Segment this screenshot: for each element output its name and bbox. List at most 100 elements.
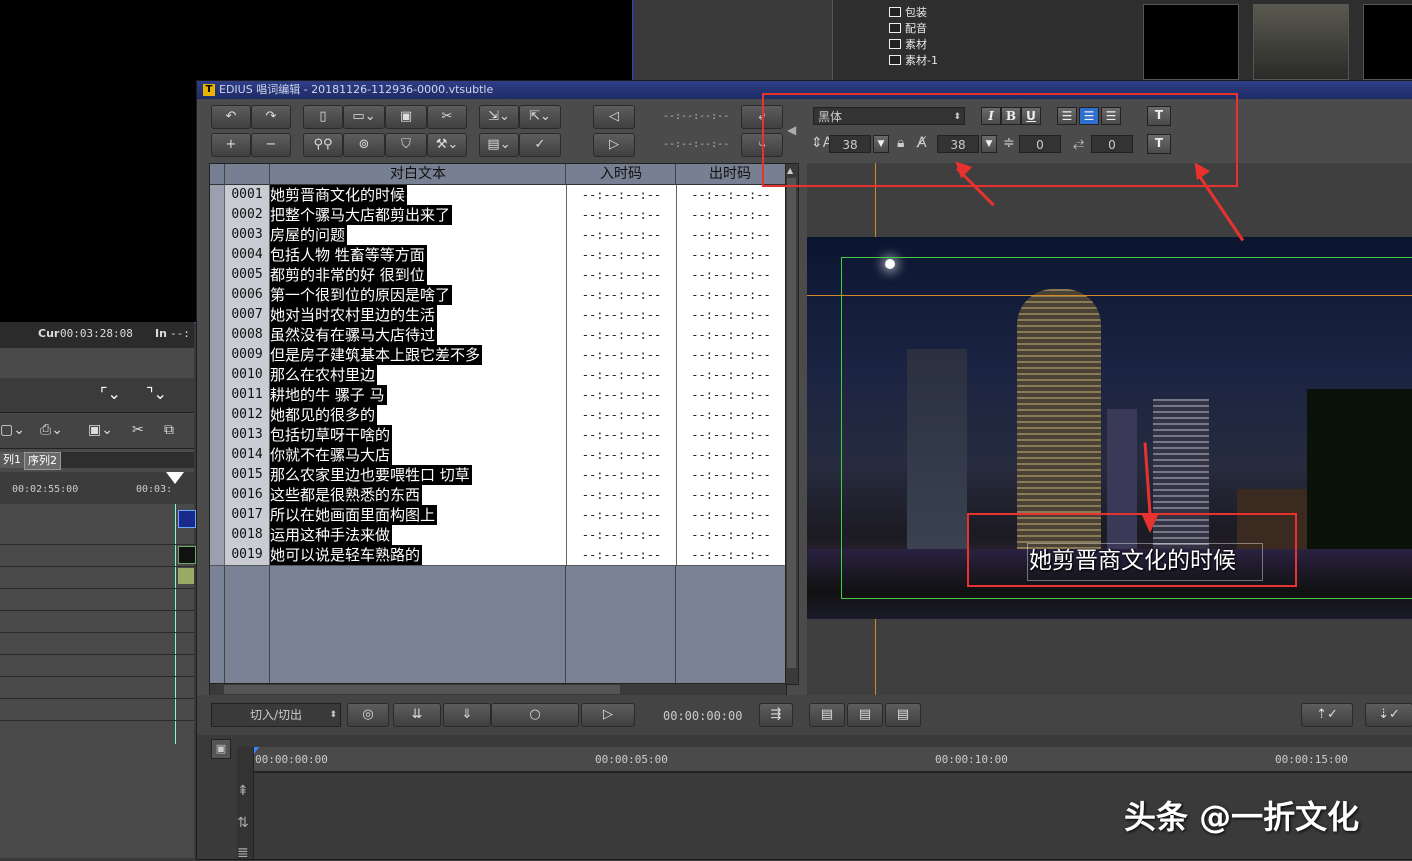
dialogue-text-cell[interactable]: 她剪晋商文化的时候 [270, 185, 566, 205]
dialogue-text-cell[interactable]: 包括人物 牲畜等等方面 [270, 245, 566, 265]
preview-toggle-button[interactable]: ◎ [347, 703, 389, 727]
out-timecode-cell[interactable]: --:--:--:-- [676, 405, 785, 425]
table-row[interactable]: 0017 所以在她画面里面构图上 --:--:--:-- --:--:--:-- [210, 505, 785, 526]
out-timecode-cell[interactable]: --:--:--:-- [676, 185, 785, 205]
open-button[interactable]: ▭⌄ [343, 105, 385, 129]
row-selector[interactable] [210, 265, 225, 285]
dialogue-text-cell[interactable]: 包括切草呀干啥的 [270, 425, 566, 445]
cut-button[interactable]: ✂ [427, 105, 467, 129]
row-selector[interactable] [210, 545, 225, 565]
scroll-thumb[interactable] [224, 685, 620, 694]
mode-select[interactable]: 切入/切出 ⬍ [211, 703, 341, 727]
in-timecode-cell[interactable]: --:--:--:-- [566, 225, 676, 245]
in-timecode-cell[interactable]: --:--:--:-- [566, 445, 676, 465]
in-timecode-cell[interactable]: --:--:--:-- [566, 345, 676, 365]
row-selector[interactable] [210, 465, 225, 485]
out-timecode-cell[interactable]: --:--:--:-- [676, 325, 785, 345]
track-height-icon[interactable]: ⇞ [237, 783, 249, 799]
in-timecode-cell[interactable]: --:--:--:-- [566, 325, 676, 345]
table-row[interactable]: 0009 但是房子建筑基本上跟它差不多 --:--:--:-- --:--:--:-- [210, 345, 785, 366]
apply-out-button[interactable]: ⇣✓ [1365, 703, 1412, 727]
table-row[interactable]: 0004 包括人物 牲畜等等方面 --:--:--:-- --:--:--:-- [210, 245, 785, 266]
row-selector[interactable] [210, 525, 225, 545]
bin-folder-item[interactable]: 素材-1 [889, 52, 938, 68]
export-button[interactable]: ⇱⌄ [519, 105, 561, 129]
in-timecode-cell[interactable]: --:--:--:-- [566, 525, 676, 545]
out-timecode-cell[interactable]: --:--:--:-- [676, 385, 785, 405]
clip-block[interactable] [178, 568, 194, 584]
in-timecode-cell[interactable]: --:--:--:-- [566, 545, 676, 565]
row-selector[interactable] [210, 225, 225, 245]
row-selector[interactable] [210, 405, 225, 425]
out-timecode-cell[interactable]: --:--:--:-- [676, 305, 785, 325]
clip-thumbnail[interactable] [1363, 4, 1412, 80]
split-button[interactable]: ⇊ [393, 703, 441, 727]
dialogue-text-cell[interactable]: 那么农家里边也要喂牲口 切草 [270, 465, 566, 485]
out-timecode-cell[interactable]: --:--:--:-- [676, 285, 785, 305]
row-selector[interactable] [210, 345, 225, 365]
sync-button[interactable]: ⇶ [759, 703, 793, 727]
layout-button[interactable]: ▤⌄ [479, 133, 519, 157]
mark-out-icon[interactable]: ⌝⌄ [146, 384, 167, 403]
record-button[interactable]: ○ [491, 703, 579, 727]
pos-center-button[interactable]: ▤ [847, 703, 883, 727]
bin-folder-item[interactable]: 素材 [889, 36, 927, 52]
table-row[interactable]: 0011 耕地的牛 骡子 马 --:--:--:-- --:--:--:-- [210, 385, 785, 406]
insert-icon[interactable]: ⎙⌄ [40, 422, 63, 438]
row-selector[interactable] [210, 385, 225, 405]
redo-button[interactable]: ↷ [251, 105, 291, 129]
header-in-timecode[interactable]: 入时码 [566, 164, 676, 184]
tab-sequence2[interactable]: 序列2 [24, 452, 61, 470]
in-timecode-cell[interactable]: --:--:--:-- [566, 205, 676, 225]
tab-sequence1[interactable]: 列1 [0, 452, 24, 468]
clip-thumbnail[interactable] [1143, 4, 1239, 80]
in-timecode-cell[interactable]: --:--:--:-- [566, 185, 676, 205]
clip-thumbnail[interactable] [1253, 4, 1349, 80]
out-timecode-cell[interactable]: --:--:--:-- [676, 205, 785, 225]
row-selector[interactable] [210, 445, 225, 465]
zoom-icon[interactable]: ⇅ [237, 815, 249, 831]
in-timecode-cell[interactable]: --:--:--:-- [566, 305, 676, 325]
undo-button[interactable]: ↶ [211, 105, 251, 129]
out-timecode-cell[interactable]: --:--:--:-- [676, 265, 785, 285]
table-row[interactable]: 0008 虽然没有在骡马大店待过 --:--:--:-- --:--:--:-- [210, 325, 785, 346]
save-button[interactable]: ▣ [385, 105, 427, 129]
out-timecode-cell[interactable]: --:--:--:-- [676, 545, 785, 565]
table-row[interactable]: 0013 包括切草呀干啥的 --:--:--:-- --:--:--:-- [210, 425, 785, 446]
dialogue-text-cell[interactable]: 房屋的问题 [270, 225, 566, 245]
subtitle-preview[interactable]: 她剪晋商文化的时候 [807, 163, 1412, 695]
row-selector[interactable] [210, 285, 225, 305]
mark-in-icon[interactable]: ⌜⌄ [100, 384, 121, 403]
clip-block[interactable] [178, 510, 196, 528]
new-file-button[interactable]: ▯ [303, 105, 343, 129]
timeline-ruler[interactable]: 00:00:00:00 00:00:05:00 00:00:10:00 00:0… [249, 747, 1412, 772]
row-selector[interactable] [210, 205, 225, 225]
tools-button[interactable]: ⚒⌄ [427, 133, 467, 157]
main-ruler[interactable]: 00:02:55:00 00:03: [0, 472, 194, 504]
out-timecode-cell[interactable]: --:--:--:-- [676, 245, 785, 265]
dialogue-text-cell[interactable]: 但是房子建筑基本上跟它差不多 [270, 345, 566, 365]
dialogue-text-cell[interactable]: 她都见的很多的 [270, 405, 566, 425]
table-row[interactable]: 0015 那么农家里边也要喂牲口 切草 --:--:--:-- --:--:--:-- [210, 465, 785, 486]
save-icon[interactable]: ▣⌄ [88, 422, 113, 438]
pos-right-button[interactable]: ▤ [885, 703, 921, 727]
layers-icon[interactable]: ≣ [237, 845, 249, 861]
row-selector[interactable] [210, 485, 225, 505]
out-timecode-cell[interactable]: --:--:--:-- [676, 465, 785, 485]
table-row[interactable]: 0005 都剪的非常的好 很到位 --:--:--:-- --:--:--:-- [210, 265, 785, 286]
mark-button[interactable]: ⛉ [385, 133, 427, 157]
dialogue-text-cell[interactable]: 耕地的牛 骡子 马 [270, 385, 566, 405]
table-row[interactable]: 0003 房屋的问题 --:--:--:-- --:--:--:-- [210, 225, 785, 246]
in-timecode-cell[interactable]: --:--:--:-- [566, 365, 676, 385]
merge-button[interactable]: ⇓ [443, 703, 491, 727]
table-row[interactable]: 0007 她对当时农村里边的生活 --:--:--:-- --:--:--:-- [210, 305, 785, 326]
dialogue-text-cell[interactable]: 运用这种手法来做 [270, 525, 566, 545]
in-timecode-cell[interactable]: --:--:--:-- [566, 505, 676, 525]
row-selector[interactable] [210, 365, 225, 385]
in-timecode-cell[interactable]: --:--:--:-- [566, 465, 676, 485]
out-timecode-cell[interactable]: --:--:--:-- [676, 525, 785, 545]
bin-folder-item[interactable]: 包装 [889, 4, 927, 20]
table-row[interactable]: 0002 把整个骡马大店都剪出来了 --:--:--:-- --:--:--:-- [210, 205, 785, 226]
scroll-thumb[interactable] [787, 178, 796, 668]
in-timecode-cell[interactable]: --:--:--:-- [566, 485, 676, 505]
